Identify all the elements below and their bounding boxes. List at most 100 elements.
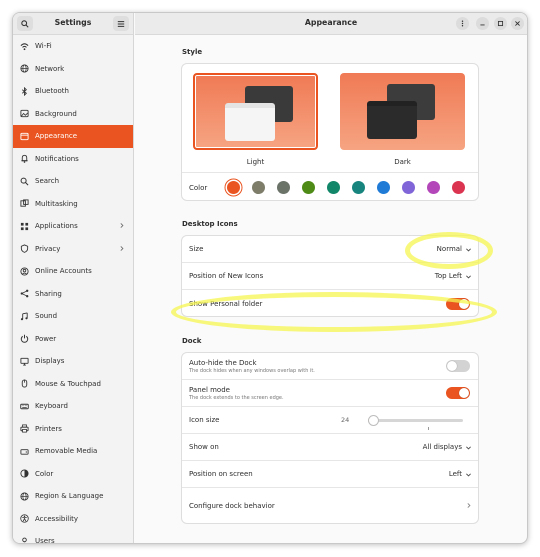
network-icon xyxy=(20,64,29,73)
accent-color-swatch[interactable] xyxy=(452,181,465,194)
dock-position-row[interactable]: Position on screen Left xyxy=(182,461,478,488)
panel-mode-row: Panel mode The dock extends to the scree… xyxy=(182,380,478,407)
close-button[interactable] xyxy=(511,17,524,30)
new-icons-position-row[interactable]: Position of New Icons Top Left xyxy=(182,263,478,290)
minimize-button[interactable] xyxy=(476,17,489,30)
desktop-icons-section-title: Desktop Icons xyxy=(182,220,238,228)
content-pane: Appearance Style Light Dark Color Deskto… xyxy=(135,13,527,543)
color-label: Color xyxy=(189,183,208,192)
sidebar-item-users[interactable]: Users xyxy=(13,530,133,543)
sidebar-item-label: Applications xyxy=(35,222,78,231)
style-section-title: Style xyxy=(182,48,203,56)
dock-section-title: Dock xyxy=(182,337,202,345)
sidebar-item-label: Search xyxy=(35,177,60,186)
configure-dock-row[interactable]: Configure dock behavior xyxy=(182,488,478,523)
accent-color-swatch[interactable] xyxy=(227,181,240,194)
light-style-option[interactable] xyxy=(193,73,318,150)
sidebar-item-sharing[interactable]: Sharing xyxy=(13,283,133,306)
sidebar-item-network[interactable]: Network xyxy=(13,58,133,81)
menu-button[interactable] xyxy=(113,16,129,31)
sidebar-item-sound[interactable]: Sound xyxy=(13,305,133,328)
position-value: Top Left xyxy=(434,272,462,280)
accent-color-swatch[interactable] xyxy=(352,181,365,194)
sidebar-item-printers[interactable]: Printers xyxy=(13,418,133,441)
settings-window: Settings Wi-Fi Network Bluetooth Background… xyxy=(12,12,528,544)
sidebar-item-label: Region & Language xyxy=(35,492,104,501)
sidebar-item-bluetooth[interactable]: Bluetooth xyxy=(13,80,133,103)
maximize-icon xyxy=(497,20,504,27)
sidebar-item-appearance[interactable]: Appearance xyxy=(13,125,133,148)
icon-size-slider[interactable] xyxy=(367,415,463,426)
swatch-list xyxy=(227,181,477,194)
dock-position-label: Position on screen xyxy=(189,470,253,478)
removable-media-icon xyxy=(20,447,29,456)
sidebar-item-search[interactable]: Search xyxy=(13,170,133,193)
panel-mode-toggle[interactable] xyxy=(446,387,470,399)
autohide-toggle[interactable] xyxy=(446,360,470,372)
slider-handle[interactable] xyxy=(367,415,379,426)
sidebar-item-label: Printers xyxy=(35,424,62,433)
sidebar-item-label: Notifications xyxy=(35,154,79,163)
bell-icon xyxy=(20,154,29,164)
close-icon xyxy=(515,21,520,26)
dark-style-option[interactable] xyxy=(340,73,465,150)
sidebar-item-displays[interactable]: Displays xyxy=(13,350,133,373)
sidebar-item-applications[interactable]: Applications xyxy=(13,215,133,238)
style-card: Light Dark Color xyxy=(181,63,479,201)
sidebar-item-online-accounts[interactable]: Online Accounts xyxy=(13,260,133,283)
users-icon xyxy=(20,537,29,543)
accent-color-swatch[interactable] xyxy=(252,181,265,194)
online-accounts-icon xyxy=(20,267,29,276)
more-options-button[interactable] xyxy=(456,17,469,30)
show-on-row[interactable]: Show on All displays xyxy=(182,434,478,461)
thumb-front-window xyxy=(225,103,275,141)
icon-size-row[interactable]: Size Normal xyxy=(182,236,478,263)
keyboard-icon xyxy=(20,402,29,411)
accent-color-swatch[interactable] xyxy=(402,181,415,194)
sidebar-item-label: Multitasking xyxy=(35,199,78,208)
sidebar-item-label: Online Accounts xyxy=(35,267,92,276)
privacy-icon xyxy=(20,244,29,254)
sidebar-list: Wi-Fi Network Bluetooth Background Appearanc… xyxy=(13,35,133,543)
autohide-description: The dock hides when any windows overlap … xyxy=(189,367,315,374)
autohide-row: Auto-hide the Dock The dock hides when a… xyxy=(182,353,478,380)
color-icon xyxy=(20,469,29,478)
accent-color-swatch[interactable] xyxy=(302,181,315,194)
sidebar-item-region-language[interactable]: Region & Language xyxy=(13,485,133,508)
sidebar-item-color[interactable]: Color xyxy=(13,463,133,486)
light-label: Light xyxy=(246,158,265,166)
applications-icon xyxy=(20,222,29,231)
sidebar-item-label: Keyboard xyxy=(35,402,68,411)
thumb-front-window xyxy=(367,101,417,139)
toggle-knob xyxy=(447,361,457,371)
sidebar-item-label: Network xyxy=(35,64,65,73)
sidebar-item-mouse-touchpad[interactable]: Mouse & Touchpad xyxy=(13,373,133,396)
sidebar-item-label: Bluetooth xyxy=(35,87,69,96)
sidebar-item-label: Color xyxy=(35,469,54,478)
accent-color-swatch[interactable] xyxy=(427,181,440,194)
sidebar-item-power[interactable]: Power xyxy=(13,328,133,351)
personal-folder-toggle[interactable] xyxy=(446,297,470,310)
sidebar-item-accessibility[interactable]: Accessibility xyxy=(13,508,133,531)
chevron-right-icon xyxy=(118,245,125,254)
sidebar-item-privacy[interactable]: Privacy xyxy=(13,238,133,261)
toggle-knob xyxy=(459,388,469,398)
accent-color-swatch[interactable] xyxy=(327,181,340,194)
configure-dock-label: Configure dock behavior xyxy=(189,501,275,510)
dock-icon-size-row: Icon size 24 xyxy=(182,407,478,434)
sidebar-item-multitasking[interactable]: Multitasking xyxy=(13,193,133,216)
accent-color-swatch[interactable] xyxy=(277,181,290,194)
size-value: Normal xyxy=(436,245,462,253)
sidebar-item-wi-fi[interactable]: Wi-Fi xyxy=(13,35,133,58)
sidebar: Settings Wi-Fi Network Bluetooth Background… xyxy=(13,13,134,543)
displays-icon xyxy=(20,357,29,366)
mouse-icon xyxy=(20,379,29,388)
dock-card: Auto-hide the Dock The dock hides when a… xyxy=(181,352,479,524)
sharing-icon xyxy=(20,289,29,298)
accent-color-swatch[interactable] xyxy=(377,181,390,194)
sidebar-item-background[interactable]: Background xyxy=(13,103,133,126)
sidebar-item-keyboard[interactable]: Keyboard xyxy=(13,395,133,418)
maximize-button[interactable] xyxy=(494,17,507,30)
sidebar-item-removable-media[interactable]: Removable Media xyxy=(13,440,133,463)
sidebar-item-notifications[interactable]: Notifications xyxy=(13,148,133,171)
